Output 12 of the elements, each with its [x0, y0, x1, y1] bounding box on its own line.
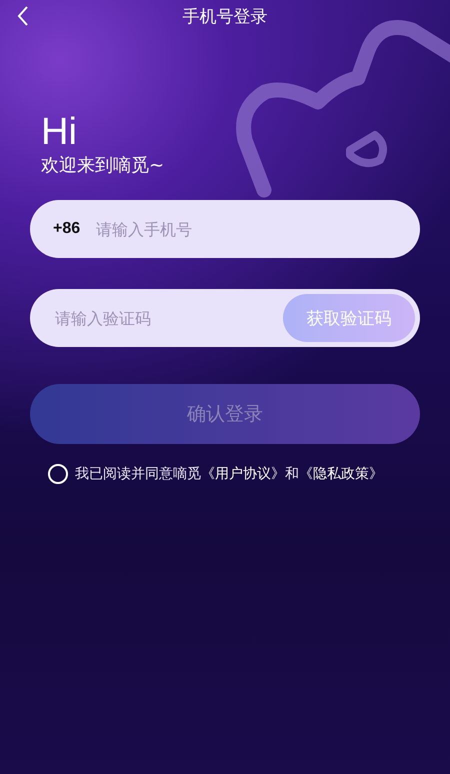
phone-input[interactable]: 请输入手机号	[94, 218, 415, 240]
page-title: 手机号登录	[182, 6, 268, 26]
phone-field[interactable]: +86 请输入手机号	[30, 200, 420, 258]
agreement-text: 我已阅读并同意嘀觅《用户协议》和《隐私政策》	[75, 465, 383, 483]
greeting-title: Hi	[41, 110, 77, 154]
agree-checkbox[interactable]	[48, 464, 68, 484]
greeting-subtitle: 欢迎来到嘀觅~	[41, 154, 164, 178]
agreement-link[interactable]: 《隐私政策》	[299, 466, 383, 482]
back-icon[interactable]	[16, 4, 30, 28]
country-code[interactable]: +86	[53, 220, 80, 238]
agreement-link[interactable]: 《用户协议》	[201, 466, 285, 482]
code-input[interactable]: 请输入验证码	[53, 308, 283, 328]
